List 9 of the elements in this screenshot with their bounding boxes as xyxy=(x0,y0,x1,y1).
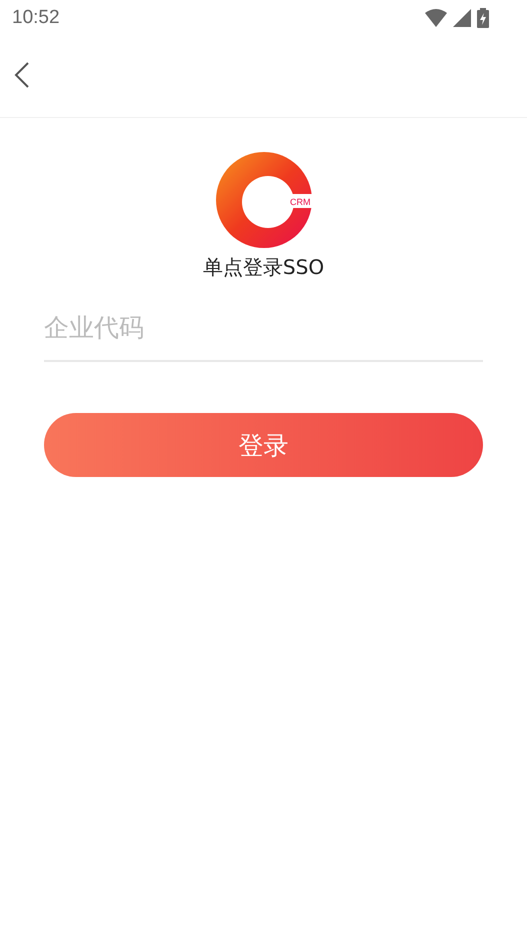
company-code-field[interactable]: 企业代码 xyxy=(44,309,483,362)
signal-icon xyxy=(453,9,471,27)
login-button[interactable]: 登录 xyxy=(44,413,483,477)
wifi-icon xyxy=(425,9,447,27)
crm-logo: CRM xyxy=(216,152,312,248)
back-icon[interactable] xyxy=(14,62,30,88)
battery-icon xyxy=(477,8,489,28)
status-time: 10:52 xyxy=(12,7,60,29)
app-title: 单点登录SSO xyxy=(202,254,324,281)
